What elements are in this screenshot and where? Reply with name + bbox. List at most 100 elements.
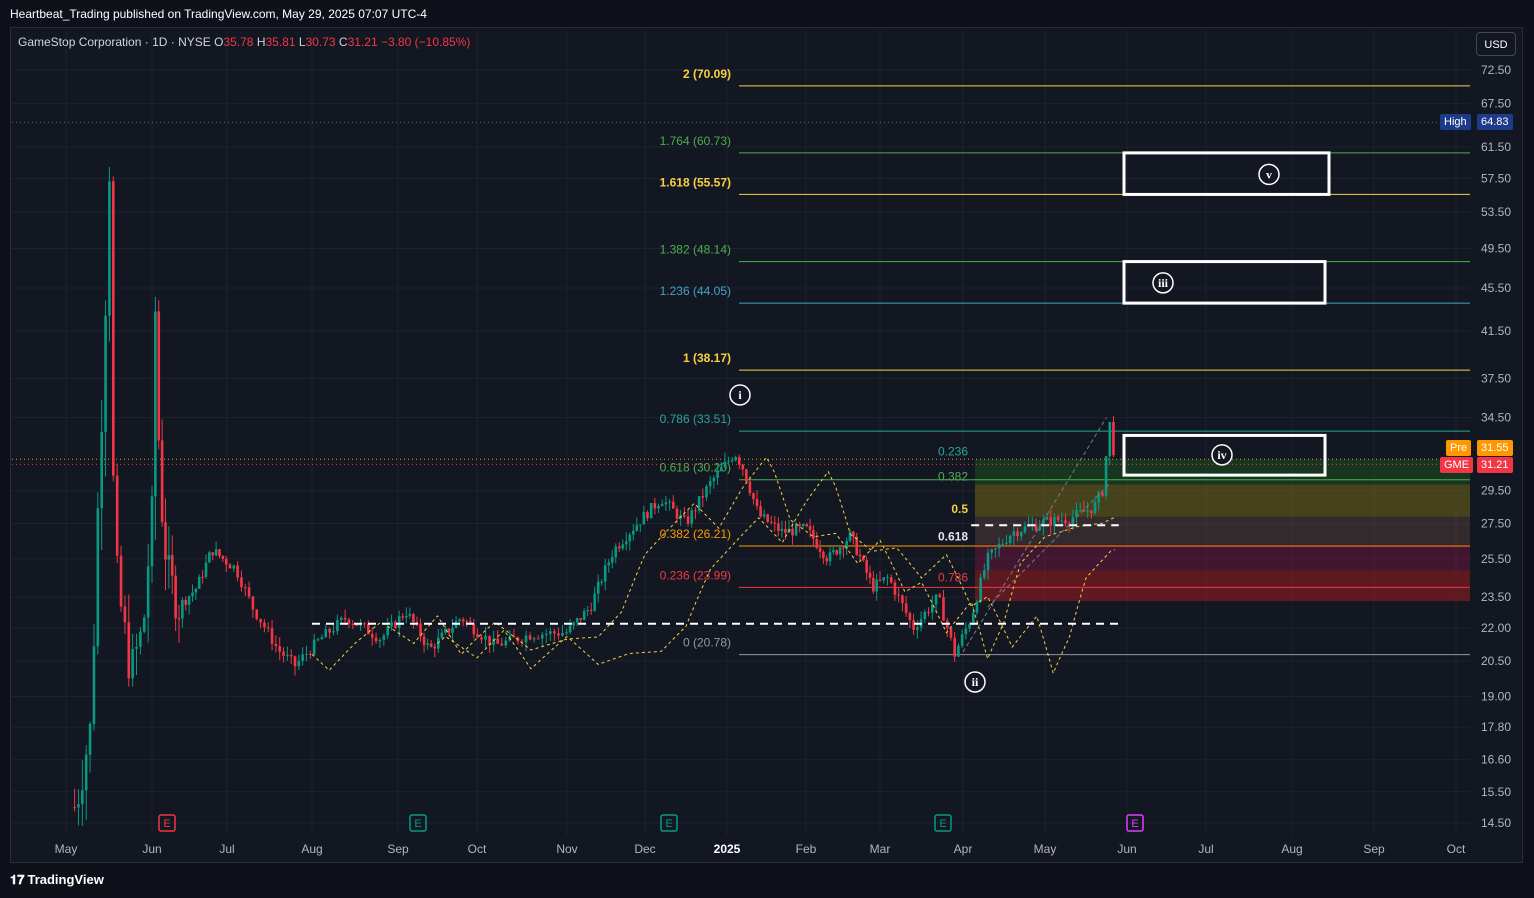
legend-close-label: C — [338, 35, 348, 49]
y-tick-label: 61.50 — [1481, 140, 1511, 154]
earnings-marker-label: E — [665, 818, 672, 830]
candle-body — [994, 548, 997, 550]
fib-level-label: 1.236 (44.05) — [660, 284, 731, 298]
candle-body — [160, 440, 164, 523]
candle-body — [886, 577, 889, 579]
candle-body — [480, 637, 483, 640]
candle-body — [370, 634, 374, 638]
candle-body — [593, 593, 596, 611]
candle-body — [351, 623, 355, 625]
candle-body — [312, 639, 316, 655]
candle-body — [1108, 421, 1112, 457]
candle-body — [565, 632, 568, 634]
legend-close: 31.21 — [347, 35, 378, 49]
candlestick-chart[interactable]: 72.50 67.50 61.50 57.50 53.50 49.50 45.50 41.50… — [0, 0, 1534, 898]
candle-body — [1012, 531, 1016, 537]
candle-body — [382, 635, 386, 640]
retracement-zone — [975, 544, 1470, 571]
candle-body — [971, 612, 975, 625]
x-tick-label: Oct — [1447, 842, 1466, 856]
candle-body — [1060, 520, 1064, 522]
candle-body — [135, 646, 138, 649]
candle-body — [204, 562, 208, 577]
pre-badge-label: Pre — [1446, 440, 1472, 456]
candle-body — [266, 627, 270, 629]
candle-body — [690, 510, 694, 524]
candle-body — [755, 498, 759, 507]
candle-body — [197, 576, 201, 589]
candle-body — [328, 629, 331, 633]
candle-body — [142, 617, 146, 632]
candle-body — [657, 506, 660, 509]
candle-body — [504, 640, 508, 646]
y-tick-label: 41.50 — [1481, 324, 1511, 338]
candle-body — [708, 481, 712, 487]
candle-body — [150, 496, 154, 567]
candle-body — [131, 648, 134, 679]
fib-level-label: 1 (38.17) — [683, 351, 731, 365]
candle-body — [1023, 526, 1027, 533]
candle-body — [540, 634, 544, 639]
tradingview-logo[interactable]: 𝟏𝟕 TradingView — [10, 872, 104, 888]
y-tick-label: 49.50 — [1481, 242, 1511, 256]
retracement-label: 0.382 — [938, 469, 968, 483]
candle-body — [997, 544, 1001, 549]
candle-body — [532, 638, 536, 640]
candle-body — [164, 522, 167, 560]
candle-body — [524, 635, 528, 643]
candle-body — [316, 639, 320, 641]
y-tick-label: 53.50 — [1481, 205, 1511, 219]
candle-body — [476, 634, 479, 638]
x-tick-label: Sep — [1363, 842, 1385, 856]
candle-body — [579, 618, 582, 620]
candle-body — [897, 594, 900, 596]
candle-body — [119, 555, 123, 607]
retracement-zone — [975, 570, 1470, 602]
candle-body — [649, 503, 653, 519]
candle-body — [628, 534, 632, 542]
candle-body — [336, 620, 339, 632]
candle-body — [458, 619, 461, 622]
candle-body — [852, 531, 855, 537]
x-tick-label: Aug — [1281, 842, 1302, 856]
y-tick-label: 14.50 — [1481, 816, 1511, 830]
candle-body — [979, 577, 982, 602]
candle-body — [100, 431, 103, 509]
candle-body — [828, 552, 832, 562]
candle-body — [139, 631, 142, 647]
candle-body — [908, 613, 912, 621]
candle-body — [451, 627, 454, 633]
candle-body — [934, 594, 938, 605]
wave-text-v: v — [1266, 167, 1272, 181]
fib-level-label: 2 (70.09) — [683, 67, 731, 81]
candle-body — [1038, 526, 1041, 531]
candle-body — [582, 611, 586, 620]
candle-body — [683, 515, 686, 517]
candle-body — [741, 464, 745, 470]
candle-body — [1086, 510, 1089, 512]
candle-body — [653, 503, 657, 509]
candle-body — [320, 637, 324, 640]
candle-body — [624, 541, 628, 545]
candle-body — [960, 634, 964, 646]
candle-body — [214, 549, 218, 556]
candle-body — [727, 460, 730, 462]
candle-body — [791, 528, 794, 536]
x-tick-label: Mar — [870, 842, 891, 856]
candle-body — [472, 623, 476, 635]
currency-button[interactable]: USD — [1476, 32, 1516, 56]
candle-body — [777, 523, 780, 531]
candle-body — [865, 560, 868, 573]
legend-low-label: L — [298, 35, 306, 49]
y-tick-label: 67.50 — [1481, 96, 1511, 110]
candle-body — [184, 599, 188, 605]
candle-body — [243, 587, 247, 589]
candle-body — [426, 643, 429, 645]
candle-body — [1078, 509, 1082, 511]
candle-body — [745, 469, 748, 482]
fib-level-label: 0 (20.78) — [683, 636, 731, 650]
candle-body — [347, 619, 351, 624]
candle-body — [378, 639, 382, 642]
candle-body — [433, 646, 437, 649]
candle-body — [675, 508, 679, 519]
